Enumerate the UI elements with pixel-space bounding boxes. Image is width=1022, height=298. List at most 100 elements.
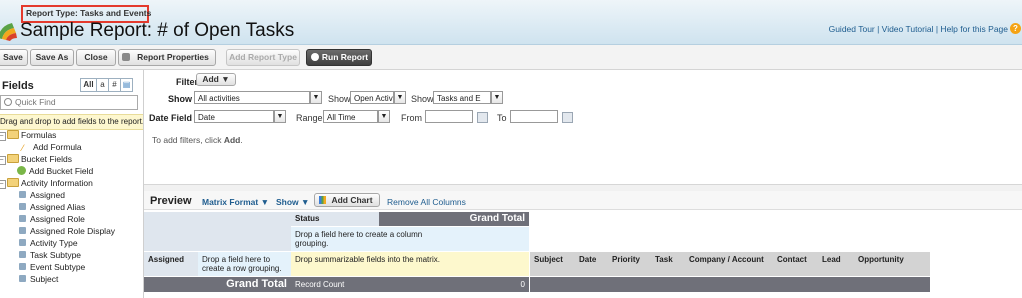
field-item-label: Assigned bbox=[30, 190, 65, 200]
filters-hint-text: To add filters, click bbox=[152, 135, 224, 145]
report-properties-button[interactable]: Report Properties bbox=[118, 49, 216, 66]
column-drop-text: Drop a field here to create a column gro… bbox=[295, 230, 423, 248]
summary-drop-zone[interactable]: Drop summarizable fields into the matrix… bbox=[291, 252, 529, 276]
properties-icon bbox=[122, 53, 130, 61]
fields-title: Fields bbox=[2, 80, 34, 92]
field-item-label: Assigned Role bbox=[30, 214, 85, 224]
add-chart-button[interactable]: Add Chart bbox=[314, 193, 380, 207]
show-dropdown-label: Show bbox=[276, 197, 299, 207]
text-field-icon bbox=[19, 191, 26, 198]
report-logo-icon bbox=[0, 20, 20, 42]
text-field-icon bbox=[19, 275, 26, 282]
save-as-button[interactable]: Save As bbox=[30, 49, 74, 66]
calendar-icon[interactable] bbox=[477, 112, 488, 123]
column-header-company-account[interactable]: Company / Account bbox=[689, 255, 764, 264]
tree-add-formula[interactable]: ⁄ Add Formula bbox=[22, 142, 82, 153]
show3-label: Show bbox=[411, 94, 434, 104]
field-item[interactable]: Activity Type bbox=[19, 238, 78, 249]
remove-all-columns-link[interactable]: Remove All Columns bbox=[387, 197, 466, 207]
add-chart-label: Add Chart bbox=[331, 195, 373, 205]
add-formula-label: Add Formula bbox=[33, 142, 82, 152]
collapse-icon[interactable]: − bbox=[0, 180, 6, 189]
tree-formulas[interactable]: − Formulas bbox=[0, 130, 56, 141]
tree-bucket-fields[interactable]: − Bucket Fields bbox=[0, 154, 72, 165]
tree-add-bucket-field[interactable]: Add Bucket Field bbox=[17, 166, 93, 177]
from-label: From bbox=[401, 113, 422, 123]
column-header-subject[interactable]: Subject bbox=[534, 255, 563, 264]
column-header-opportunity[interactable]: Opportunity bbox=[858, 255, 904, 264]
chevron-down-icon[interactable]: ▼ bbox=[491, 91, 503, 104]
tree-activity-information[interactable]: − Activity Information bbox=[0, 178, 93, 189]
grand-total-column-header: Grand Total bbox=[379, 212, 529, 226]
column-header-task[interactable]: Task bbox=[655, 255, 673, 264]
collapse-icon[interactable]: − bbox=[0, 156, 6, 165]
filters-area bbox=[144, 70, 1022, 184]
chevron-down-icon[interactable]: ▼ bbox=[310, 91, 322, 104]
field-item-label: Task Subtype bbox=[30, 250, 82, 260]
chevron-down-icon: ▼ bbox=[301, 197, 310, 207]
help-links[interactable]: Guided Tour | Video Tutorial | Help for … bbox=[829, 24, 1008, 34]
range-select[interactable]: All Time bbox=[323, 110, 378, 123]
format-label: Matrix Format bbox=[202, 197, 259, 207]
calendar-icon[interactable] bbox=[562, 112, 573, 123]
column-header-lead[interactable]: Lead bbox=[822, 255, 841, 264]
tree-formulas-label: Formulas bbox=[21, 130, 57, 140]
show-select[interactable]: All activities bbox=[194, 91, 310, 104]
text-field-icon bbox=[19, 251, 26, 258]
text-field-icon bbox=[19, 203, 26, 210]
close-button[interactable]: Close bbox=[76, 49, 116, 66]
open-activities-select[interactable]: Open Activit bbox=[350, 91, 394, 104]
format-dropdown[interactable]: Matrix Format ▼ bbox=[202, 197, 269, 207]
help-icon[interactable]: ? bbox=[1010, 23, 1021, 34]
folder-icon bbox=[7, 154, 19, 163]
folder-icon bbox=[7, 178, 19, 187]
from-date-input[interactable] bbox=[425, 110, 473, 123]
to-label: To bbox=[497, 113, 507, 123]
field-item[interactable]: Subject bbox=[19, 274, 58, 285]
row-drop-zone[interactable]: Drop a field here to create a row groupi… bbox=[198, 252, 291, 276]
filter-all-toggle[interactable]: All bbox=[80, 78, 97, 92]
record-count-value: 0 bbox=[379, 277, 529, 292]
filter-date-toggle[interactable]: ▤ bbox=[120, 78, 133, 92]
field-item[interactable]: Assigned bbox=[19, 190, 65, 201]
quick-find-input[interactable] bbox=[0, 95, 138, 110]
column-header-date[interactable]: Date bbox=[579, 255, 596, 264]
column-header-contact[interactable]: Contact bbox=[777, 255, 807, 264]
chevron-down-icon[interactable]: ▼ bbox=[394, 91, 406, 104]
assigned-row-header: Assigned bbox=[144, 252, 198, 276]
filters-hint: To add filters, click Add. bbox=[152, 135, 243, 145]
date-field-label: Date Field bbox=[149, 113, 193, 123]
column-drop-zone[interactable]: Drop a field here to create a column gro… bbox=[291, 227, 529, 251]
to-date-input[interactable] bbox=[510, 110, 558, 123]
text-field-icon bbox=[19, 263, 26, 270]
formula-icon: ⁄ bbox=[22, 143, 24, 153]
collapse-icon[interactable]: − bbox=[0, 132, 6, 141]
show-dropdown[interactable]: Show ▼ bbox=[276, 197, 309, 207]
date-field-select[interactable]: Date bbox=[194, 110, 274, 123]
add-report-type-button[interactable]: Add Report Type bbox=[226, 49, 300, 66]
show-label: Show bbox=[168, 94, 192, 104]
chevron-down-icon[interactable]: ▼ bbox=[378, 110, 390, 123]
field-item[interactable]: Assigned Role Display bbox=[19, 226, 115, 237]
filters-hint-add: Add bbox=[223, 135, 241, 145]
run-report-button[interactable]: Run Report bbox=[306, 49, 372, 66]
field-item-label: Subject bbox=[30, 274, 59, 284]
chevron-down-icon: ▼ bbox=[260, 197, 270, 207]
column-header-priority[interactable]: Priority bbox=[612, 255, 640, 264]
chart-icon bbox=[319, 196, 326, 204]
field-item[interactable]: Event Subtype bbox=[19, 262, 85, 273]
bucket-icon bbox=[17, 166, 26, 175]
field-item[interactable]: Task Subtype bbox=[19, 250, 81, 261]
add-filter-label: Add bbox=[202, 74, 219, 84]
add-filter-button[interactable]: Add ▼ bbox=[196, 73, 236, 86]
activity-type-select[interactable]: Tasks and E bbox=[433, 91, 491, 104]
chevron-down-icon[interactable]: ▼ bbox=[274, 110, 286, 123]
field-item[interactable]: Assigned Alias bbox=[19, 202, 85, 213]
grand-total-row-header: Grand Total bbox=[144, 277, 291, 292]
search-icon bbox=[4, 98, 12, 106]
field-item-label: Activity Type bbox=[30, 238, 78, 248]
matrix-corner bbox=[144, 212, 291, 251]
save-button[interactable]: Save bbox=[0, 49, 28, 66]
field-item-label: Event Subtype bbox=[30, 262, 86, 272]
field-item[interactable]: Assigned Role bbox=[19, 214, 85, 225]
